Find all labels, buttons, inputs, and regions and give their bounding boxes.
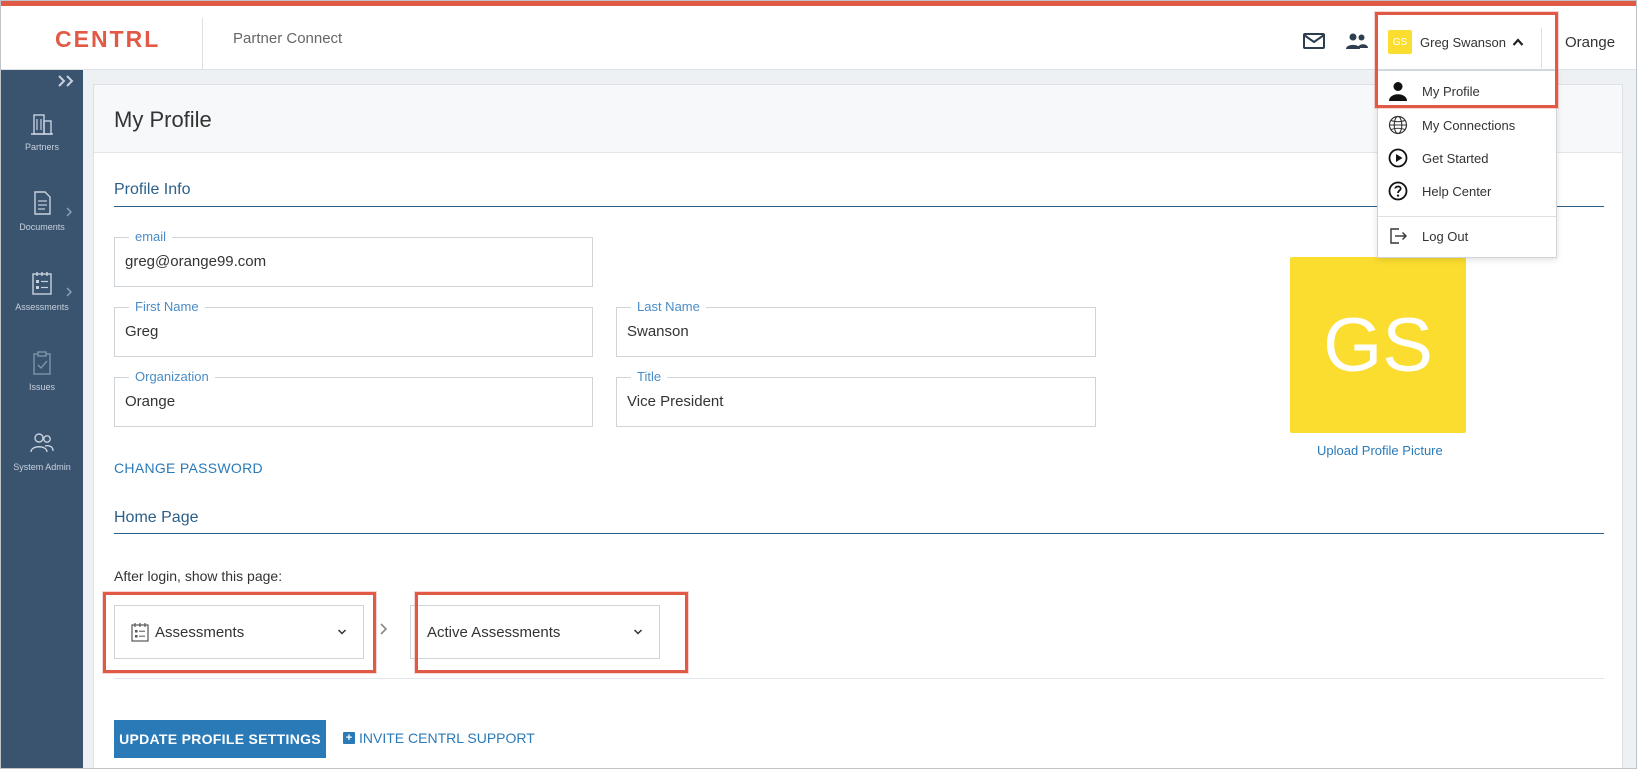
chevron-right-icon [66,207,72,217]
app-window: CENTRL Partner Connect GS Greg Swanson O… [0,0,1637,769]
highlight-frame [1375,12,1558,108]
mail-icon[interactable] [1302,29,1326,53]
sidebar-item-label: Partners [24,142,59,152]
profile-avatar: GS [1290,257,1466,433]
logout-icon [1390,228,1407,244]
last-name-input[interactable] [627,323,1085,340]
sidebar-item-label: Issues [28,382,55,392]
upload-profile-picture-link[interactable]: Upload Profile Picture [1317,443,1443,458]
email-field[interactable]: email [114,229,593,287]
centrl-logo[interactable]: CENTRL [55,26,160,53]
document-icon [34,191,51,215]
clipboard-check-icon [33,351,51,375]
plus-box-icon: + [343,732,355,744]
expand-sidebar-icon[interactable] [57,74,77,88]
highlight-frame [103,592,376,673]
calendar-checklist-icon [32,272,52,295]
chevron-right-icon [380,623,388,635]
app-name: Partner Connect [233,30,343,47]
people-icon[interactable] [1345,29,1369,53]
organization-input[interactable] [125,393,582,410]
after-login-label: After login, show this page: [114,568,283,584]
sidebar-item-partners[interactable]: Partners [1,110,83,152]
menu-item-label: Help Center [1422,183,1492,199]
invite-centrl-support-link[interactable]: + INVITE CENTRL SUPPORT [343,730,535,746]
section-title-profile-info: Profile Info [114,181,191,198]
sidebar-item-assessments[interactable]: Assessments [1,270,83,312]
menu-divider [1378,216,1556,217]
organization-label: Organization [129,369,215,384]
menu-item-label: My Connections [1422,117,1516,133]
sidebar-item-label: Assessments [15,302,69,312]
title-field[interactable]: Title [616,369,1096,427]
update-profile-settings-button[interactable]: UPDATE PROFILE SETTINGS [114,720,326,758]
sidebar-item-label: Documents [19,222,65,232]
divider [114,678,1604,679]
highlight-frame [415,592,688,673]
change-password-link[interactable]: CHANGE PASSWORD [114,460,263,476]
last-name-field[interactable]: Last Name [616,299,1096,357]
menu-item-label: Get Started [1422,150,1489,166]
first-name-label: First Name [129,299,205,314]
section-title-home-page: Home Page [114,509,199,526]
menu-item-my-connections[interactable]: My Connections [1378,110,1556,140]
first-name-input[interactable] [125,323,582,340]
section-divider [114,533,1604,534]
globe-icon [1388,115,1408,135]
menu-item-help-center[interactable]: Help Center [1378,176,1556,206]
users-gear-icon [30,433,54,453]
email-label: email [129,229,173,244]
menu-item-label: Log Out [1422,228,1469,244]
sidebar-item-label: System Admin [13,462,71,472]
organization-field[interactable]: Organization [114,369,593,427]
chevron-right-icon [66,287,72,297]
help-circle-icon [1388,181,1408,201]
menu-item-get-started[interactable]: Get Started [1378,143,1556,173]
sidebar: Partners Documents Assessments Issues Sy… [1,70,83,768]
menu-item-log-out[interactable]: Log Out [1378,221,1556,251]
email-input[interactable] [125,253,582,270]
building-icon [31,114,53,135]
organization-name[interactable]: Orange [1565,34,1615,51]
page-title: My Profile [114,107,212,132]
invite-centrl-support-label: INVITE CENTRL SUPPORT [359,730,535,746]
sidebar-item-documents[interactable]: Documents [1,190,83,232]
first-name-field[interactable]: First Name [114,299,593,357]
play-circle-icon [1388,148,1408,168]
sidebar-item-issues[interactable]: Issues [1,350,83,392]
divider [202,18,203,70]
title-label: Title [631,369,668,384]
sidebar-item-system-admin[interactable]: System Admin [1,430,83,472]
title-input[interactable] [627,393,1085,410]
last-name-label: Last Name [631,299,706,314]
